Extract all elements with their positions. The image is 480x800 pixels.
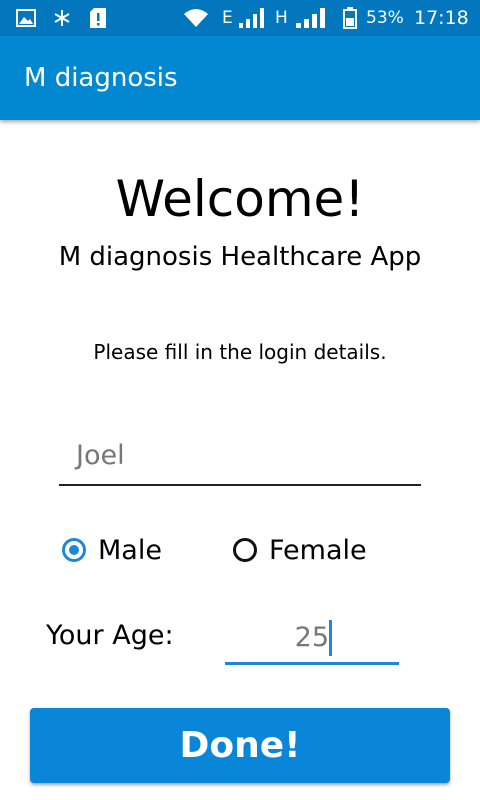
done-button[interactable]: Done! — [30, 708, 450, 783]
text-cursor — [329, 620, 332, 656]
app-title: M diagnosis — [24, 63, 178, 93]
name-input-value: Joel — [76, 440, 125, 471]
instructions-text: Please fill in the login details. — [93, 340, 387, 364]
female-radio[interactable]: Female — [233, 530, 367, 570]
app-subtitle: M diagnosis Healthcare App — [58, 242, 422, 272]
signal-icon — [238, 0, 266, 36]
radio-unselected-icon — [233, 538, 257, 562]
image-icon — [16, 0, 36, 36]
radio-selected-icon — [62, 538, 86, 562]
age-input[interactable]: 25 — [225, 612, 399, 665]
signal-icon — [295, 0, 325, 36]
status-bar: E H 53% 17:18 — [0, 0, 480, 36]
snowflake-icon — [53, 0, 71, 36]
male-radio-label: Male — [98, 534, 162, 566]
battery-icon — [343, 0, 357, 36]
network-type-e: E — [222, 8, 233, 28]
welcome-heading: Welcome! — [115, 170, 365, 228]
wifi-icon — [183, 0, 209, 36]
battery-percent: 53% — [366, 8, 404, 28]
age-label: Your Age: — [46, 620, 174, 651]
male-radio[interactable]: Male — [62, 530, 162, 570]
age-input-value: 25 — [294, 622, 329, 653]
clock: 17:18 — [414, 7, 469, 29]
sim-alert-icon — [89, 0, 107, 36]
done-button-label: Done! — [179, 725, 301, 766]
app-bar: M diagnosis — [0, 36, 480, 120]
name-input[interactable]: Joel — [59, 432, 421, 486]
female-radio-label: Female — [269, 534, 367, 566]
network-type-h: H — [275, 8, 288, 28]
